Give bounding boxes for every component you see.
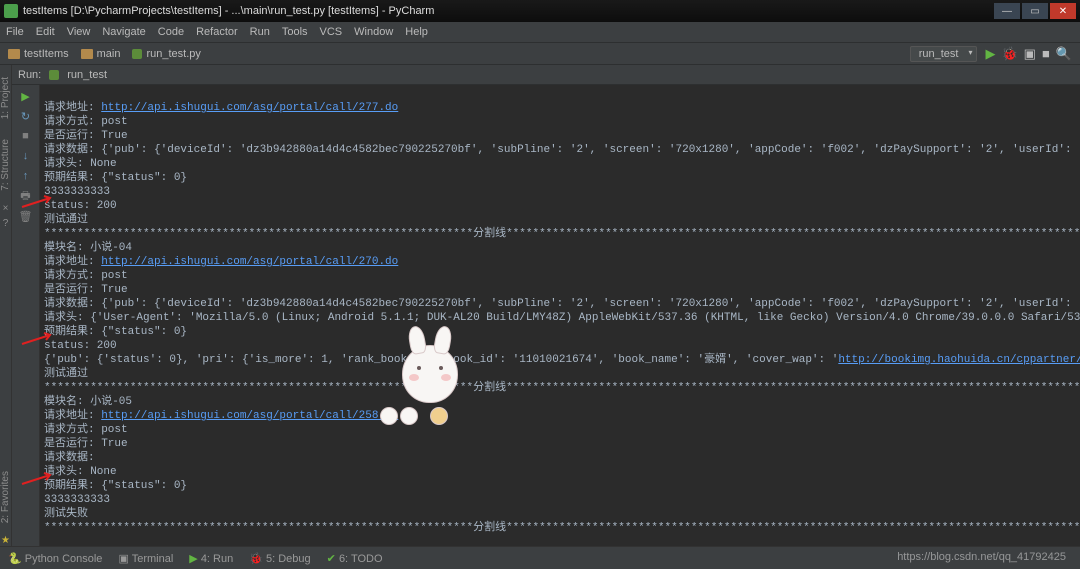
stop-run-icon[interactable]: ■ xyxy=(19,129,33,143)
toolbar-actions: ▶ 🐞 ▣ ■ 🔍 xyxy=(985,46,1072,62)
run-tab-header: Run: run_test xyxy=(12,65,1080,85)
minimize-button[interactable]: — xyxy=(994,3,1020,19)
watermark: https://blog.csdn.net/qq_41792425 xyxy=(897,551,1066,563)
tool-python-console[interactable]: 🐍 Python Console xyxy=(8,552,102,565)
tool-debug[interactable]: 🐞 5: Debug xyxy=(249,552,310,565)
play-icon: ▶ xyxy=(189,553,197,565)
python-file-icon xyxy=(49,70,59,80)
scroll-down-icon[interactable]: ↓ xyxy=(19,149,33,163)
breadcrumb-project-label: testItems xyxy=(24,48,69,60)
clear-icon[interactable]: 🗑 xyxy=(19,209,33,223)
menu-help[interactable]: Help xyxy=(405,26,428,38)
navigation-bar: testItems main run_test.py run_test ▶ 🐞 … xyxy=(0,43,1080,65)
menu-bar: File Edit View Navigate Code Refactor Ru… xyxy=(0,22,1080,43)
link-url[interactable]: http://api.ishugui.com/asg/portal/call/2… xyxy=(101,102,398,114)
menu-tools[interactable]: Tools xyxy=(282,26,308,38)
stop-icon[interactable]: ■ xyxy=(1042,46,1050,61)
tool-todo[interactable]: ✔ 6: TODO xyxy=(327,552,383,565)
close-button[interactable]: ✕ xyxy=(1050,3,1076,19)
bug-icon: 🐞 xyxy=(249,553,263,565)
decorative-sticker xyxy=(380,345,470,425)
menu-vcs[interactable]: VCS xyxy=(320,26,343,38)
menu-window[interactable]: Window xyxy=(354,26,393,38)
help-rail-icon[interactable]: ? xyxy=(3,218,9,229)
folder-icon xyxy=(81,49,93,59)
window-title: testItems [D:\PycharmProjects\testItems]… xyxy=(23,5,994,17)
run-icon[interactable]: ▶ xyxy=(985,46,995,62)
app-icon xyxy=(4,4,18,18)
python-file-icon xyxy=(132,49,142,59)
star-icon[interactable]: ★ xyxy=(1,535,10,546)
breadcrumb-project[interactable]: testItems xyxy=(8,48,69,60)
breadcrumb-file-label: run_test.py xyxy=(146,48,200,60)
tool-project[interactable]: 1: Project xyxy=(0,77,11,119)
console-output[interactable]: 请求地址: http://api.ishugui.com/asg/portal/… xyxy=(40,85,1080,546)
menu-edit[interactable]: Edit xyxy=(36,26,55,38)
search-everywhere-icon[interactable]: 🔍 xyxy=(1056,46,1072,62)
link-url[interactable]: http://api.ishugui.com/asg/portal/call/2… xyxy=(101,410,398,422)
run-config-name: run_test xyxy=(67,69,107,81)
tool-terminal[interactable]: ▣ Terminal xyxy=(118,552,173,565)
run-label: Run: xyxy=(18,69,41,81)
menu-run[interactable]: Run xyxy=(250,26,270,38)
window-titlebar: testItems [D:\PycharmProjects\testItems]… xyxy=(0,0,1080,22)
main-area: 1: Project 7: Structure × ? 2: Favorites… xyxy=(0,65,1080,546)
folder-icon xyxy=(8,49,20,59)
coverage-icon[interactable]: ▣ xyxy=(1024,46,1036,62)
menu-file[interactable]: File xyxy=(6,26,24,38)
window-controls: — ▭ ✕ xyxy=(994,3,1076,19)
link-url[interactable]: http://api.ishugui.com/asg/portal/call/2… xyxy=(101,256,398,268)
breadcrumb-folder-label: main xyxy=(97,48,121,60)
debug-icon[interactable]: 🐞 xyxy=(1001,46,1017,62)
menu-navigate[interactable]: Navigate xyxy=(102,26,145,38)
run-config-selector[interactable]: run_test xyxy=(910,46,978,62)
menu-refactor[interactable]: Refactor xyxy=(196,26,238,38)
tool-run[interactable]: ▶ 4: Run xyxy=(189,552,233,565)
link-url[interactable]: http://bookimg.haohuida.cn/cppartner/1x1… xyxy=(838,354,1080,366)
run-body: ▶ ↻ ■ ↓ ↑ 🖶 🗑 请求地址: http://api.ishugui.c… xyxy=(12,85,1080,546)
annotation-arrow xyxy=(20,472,54,486)
breadcrumb-folder[interactable]: main xyxy=(81,48,121,60)
tool-structure[interactable]: 7: Structure xyxy=(0,139,11,191)
annotation-arrow xyxy=(20,332,54,346)
menu-code[interactable]: Code xyxy=(158,26,184,38)
rerun-icon[interactable]: ▶ xyxy=(19,89,33,103)
breadcrumb-file[interactable]: run_test.py xyxy=(132,48,200,60)
wrap-icon[interactable]: ↻ xyxy=(19,109,33,123)
maximize-button[interactable]: ▭ xyxy=(1022,3,1048,19)
annotation-arrow xyxy=(20,195,54,209)
menu-view[interactable]: View xyxy=(67,26,91,38)
tool-favorites[interactable]: 2: Favorites xyxy=(0,471,11,523)
bookmark-icon[interactable]: × xyxy=(3,203,9,214)
left-tool-rail: 1: Project 7: Structure × ? 2: Favorites… xyxy=(0,65,12,546)
scroll-up-icon[interactable]: ↑ xyxy=(19,169,33,183)
run-tool-window: Run: run_test ▶ ↻ ■ ↓ ↑ 🖶 🗑 请求地址: http:/… xyxy=(12,65,1080,546)
